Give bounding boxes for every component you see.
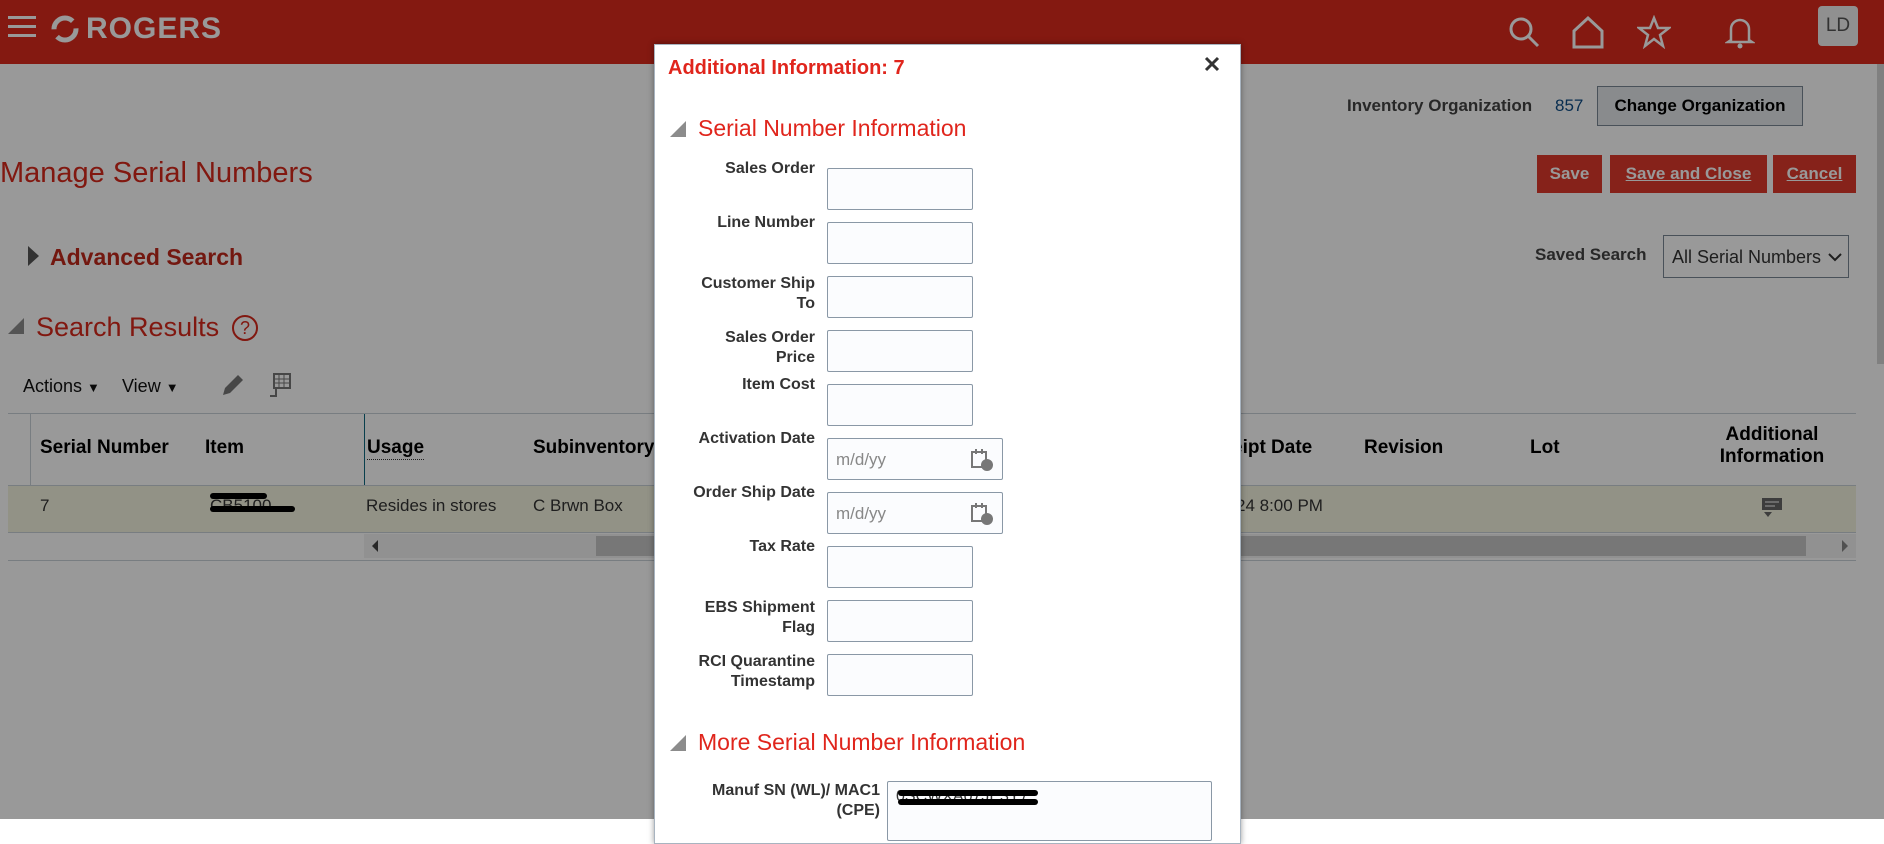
line-number-label: Line Number xyxy=(717,214,815,231)
ebs-shipment-flag-label: EBS Shipment Flag xyxy=(704,599,815,636)
order-ship-date-input[interactable]: m/d/yy xyxy=(827,492,1003,534)
manuf-sn-label: Manuf SN (WL)/ MAC1 (CPE) xyxy=(712,782,880,819)
customer-ship-to-label: Customer Ship To xyxy=(701,275,815,312)
redaction-bar xyxy=(898,799,1038,805)
sales-order-price-input[interactable] xyxy=(827,330,973,372)
calendar-icon[interactable] xyxy=(970,448,994,472)
close-icon[interactable] xyxy=(1203,55,1221,78)
redaction-bar xyxy=(898,790,1038,796)
section-more-serial-number-information[interactable]: More Serial Number Information xyxy=(670,729,1025,756)
section-heading: Serial Number Information xyxy=(698,115,967,141)
collapse-triangle-icon xyxy=(670,734,686,751)
order-ship-date-label: Order Ship Date xyxy=(693,484,815,501)
dialog-title: Additional Information: 7 xyxy=(668,57,905,79)
section-heading: More Serial Number Information xyxy=(698,729,1026,755)
rci-quarantine-timestamp-input[interactable] xyxy=(827,654,973,696)
manuf-sn-input[interactable]: 0SCWXA07JE3Y7 xyxy=(887,781,1212,841)
sales-order-price-label: Sales Order Price xyxy=(725,329,815,366)
sales-order-input[interactable] xyxy=(827,168,973,210)
collapse-triangle-icon xyxy=(670,120,686,137)
calendar-icon[interactable] xyxy=(970,502,994,526)
section-serial-number-information[interactable]: Serial Number Information xyxy=(670,115,966,142)
item-cost-label: Item Cost xyxy=(742,376,815,393)
activation-date-input[interactable]: m/d/yy xyxy=(827,438,1003,480)
item-cost-input[interactable] xyxy=(827,384,973,426)
tax-rate-input[interactable] xyxy=(827,546,973,588)
sales-order-label: Sales Order xyxy=(725,160,815,177)
ebs-shipment-flag-input[interactable] xyxy=(827,600,973,642)
customer-ship-to-input[interactable] xyxy=(827,276,973,318)
rci-quarantine-timestamp-label: RCI Quarantine Timestamp xyxy=(698,653,815,690)
date-placeholder: m/d/yy xyxy=(836,450,887,469)
activation-date-label: Activation Date xyxy=(698,430,815,447)
additional-information-dialog: Additional Information: 7 Serial Number … xyxy=(654,44,1241,844)
tax-rate-label: Tax Rate xyxy=(749,538,815,555)
line-number-input[interactable] xyxy=(827,222,973,264)
date-placeholder: m/d/yy xyxy=(836,504,887,523)
